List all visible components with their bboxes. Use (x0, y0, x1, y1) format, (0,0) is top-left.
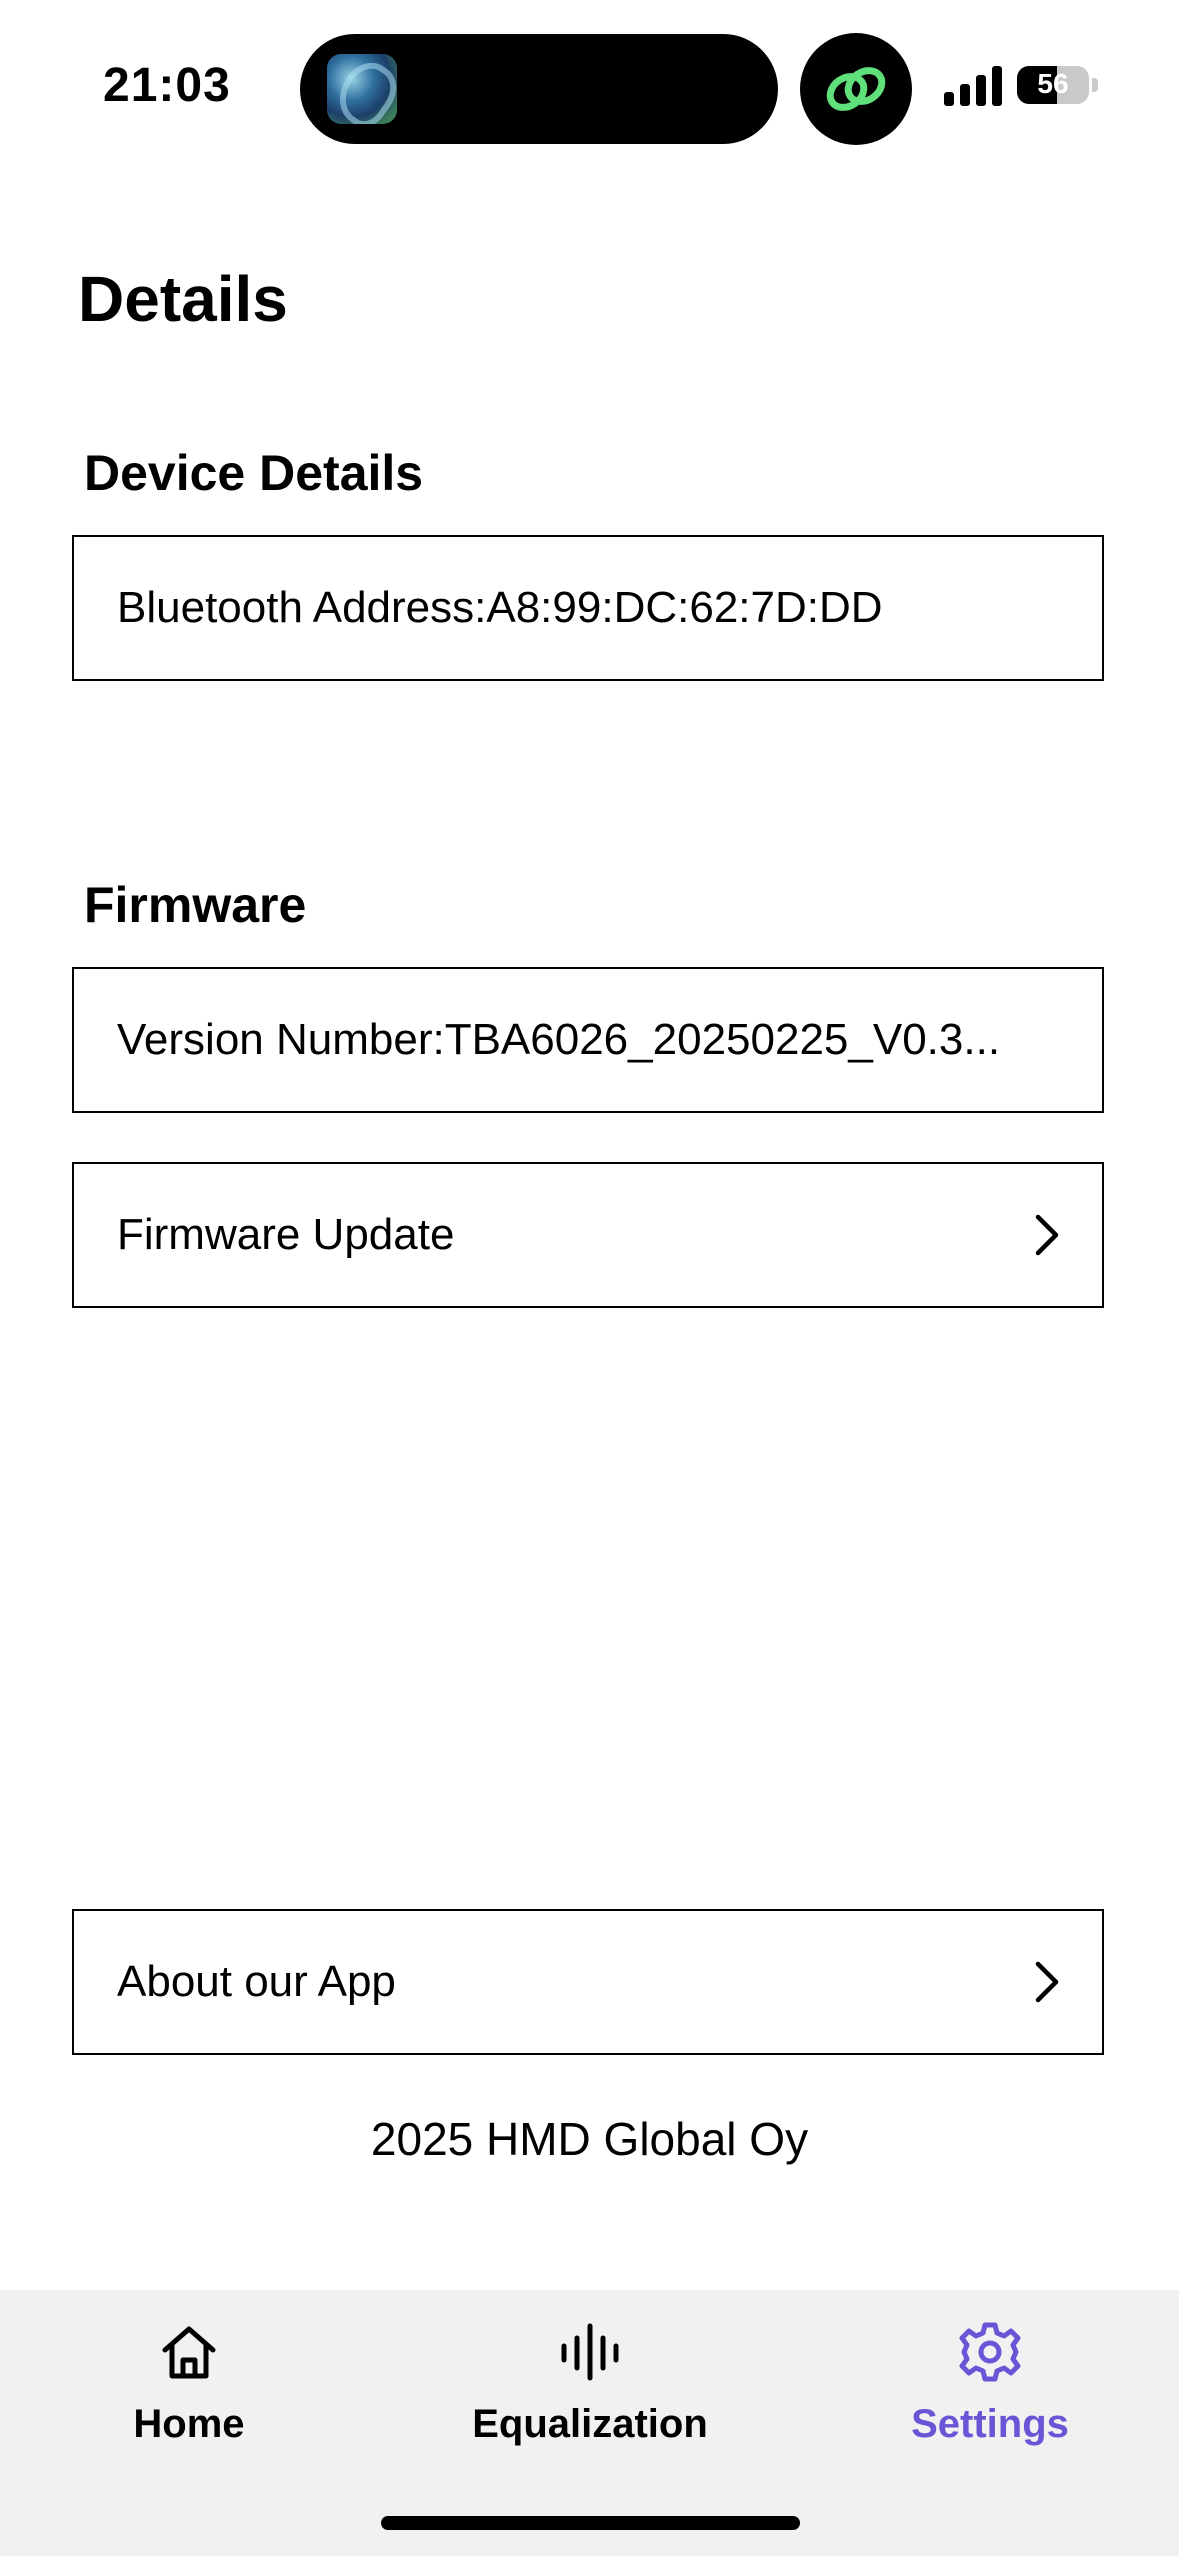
copyright-text: 2025 HMD Global Oy (370, 2113, 809, 2165)
firmware-version-row: Version Number:TBA6026_20250225_V0.3... (72, 967, 1104, 1113)
about-app-label: About our App (117, 1957, 396, 2006)
device-details-heading: Device Details (84, 445, 424, 501)
battery-nub (1092, 78, 1098, 92)
about-app-button[interactable]: About our App (72, 1909, 1104, 2055)
chevron-right-icon (1035, 1961, 1059, 2003)
home-icon (162, 2326, 216, 2379)
bluetooth-address-text: Bluetooth Address:A8:99:DC:62:7D:DD (117, 583, 883, 632)
chevron-right-icon (1035, 1214, 1059, 1256)
tab-equalization[interactable]: Equalization (440, 2320, 740, 2447)
tab-settings-label: Settings (911, 2402, 1069, 2446)
cellular-signal-icon (944, 66, 1002, 106)
status-time: 21:03 (103, 59, 231, 112)
status-bar: 21:03 56 (0, 0, 1179, 170)
battery-percentage: 56 (1037, 68, 1069, 99)
firmware-update-button[interactable]: Firmware Update (72, 1162, 1104, 1308)
music-artwork-icon (327, 54, 397, 124)
dynamic-island[interactable] (300, 34, 778, 144)
battery-icon: 56 (1017, 66, 1089, 104)
tab-equalization-label: Equalization (472, 2402, 708, 2446)
firmware-update-label: Firmware Update (117, 1210, 455, 1259)
firmware-heading: Firmware (84, 877, 307, 933)
bluetooth-address-row: Bluetooth Address:A8:99:DC:62:7D:DD (72, 535, 1104, 681)
tab-settings[interactable]: Settings (840, 2320, 1140, 2447)
tab-home-label: Home (133, 2402, 245, 2446)
equalizer-icon (561, 2323, 619, 2381)
home-indicator[interactable] (381, 2516, 800, 2530)
page-title: Details (78, 263, 288, 335)
details-screen: 21:03 56 Details Device Details Bluetoot… (0, 0, 1179, 2556)
gear-icon (959, 2322, 1021, 2382)
tab-home[interactable]: Home (39, 2320, 339, 2447)
firmware-version-text: Version Number:TBA6026_20250225_V0.3... (117, 1015, 1001, 1064)
link-icon[interactable] (800, 33, 912, 145)
